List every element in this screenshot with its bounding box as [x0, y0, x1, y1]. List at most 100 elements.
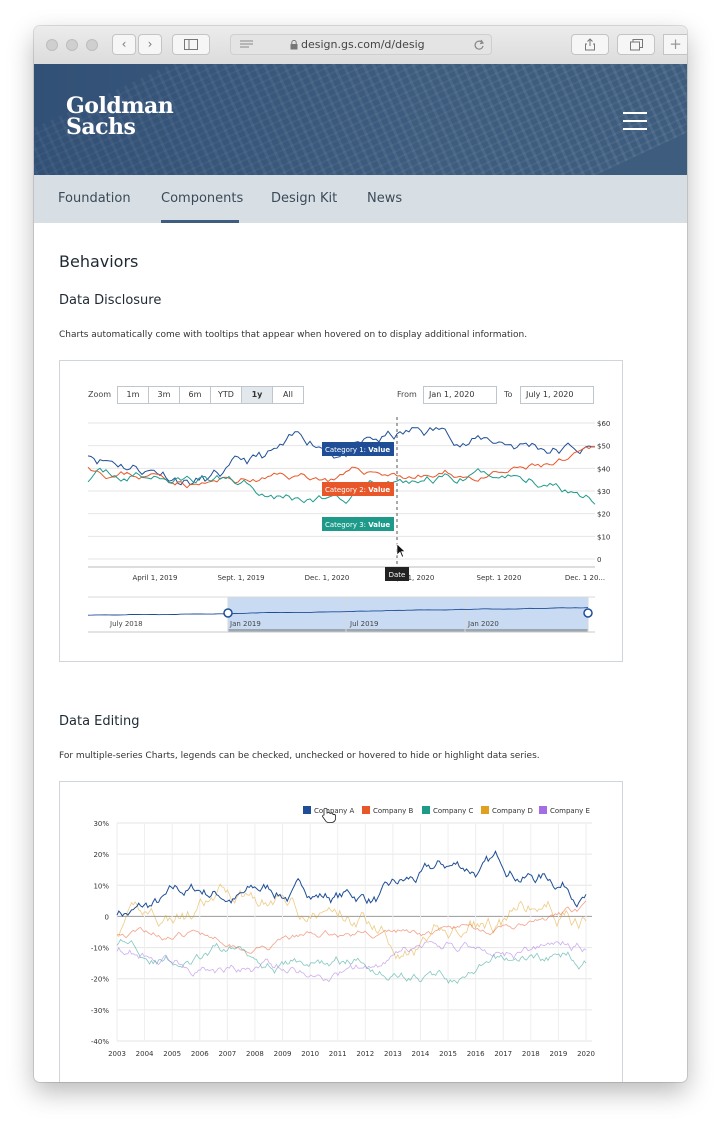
new-tab-icon: +: [669, 35, 682, 53]
tooltip-category-3: Category 3: Value: [322, 517, 394, 531]
legend-swatch: [422, 806, 430, 814]
hero-banner: Goldman Sachs: [34, 64, 687, 175]
x-tick-label: 2010: [301, 1050, 319, 1058]
y-tick-label: -10%: [91, 945, 109, 953]
stock-chart-card: Zoom 1m 3m 6m YTD 1y All From Jan 1, 202…: [59, 360, 623, 662]
legend-item-company-d[interactable]: Company D: [481, 806, 533, 815]
legend-label: Company A: [314, 807, 355, 815]
navigator-tick-label: Jan 2020: [467, 620, 499, 628]
new-tab-button[interactable]: +: [663, 34, 687, 55]
multi-series-line-chart[interactable]: Company A Company B Company C Company D Comp…: [60, 782, 622, 1082]
legend-label: Company D: [492, 807, 533, 815]
minimize-window-button[interactable]: [66, 39, 78, 51]
x-tick-label: 2012: [356, 1050, 374, 1058]
share-icon: [585, 38, 595, 51]
x-tick-label: Sept. 1, 2019: [217, 574, 264, 582]
legend-item-company-b[interactable]: Company B: [362, 806, 414, 815]
x-tick-label: 2011: [329, 1050, 347, 1058]
legend-swatch: [539, 806, 547, 814]
x-tick-label: Sept. 1 2020: [477, 574, 522, 582]
nav-item-design-kit[interactable]: Design Kit: [271, 191, 337, 206]
series-line-company-b[interactable]: [117, 900, 587, 954]
menu-hamburger-icon[interactable]: [623, 112, 647, 136]
y-tick-label: 20%: [93, 851, 109, 859]
legend-label: Company B: [373, 807, 414, 815]
x-tick-label: 2003: [108, 1050, 126, 1058]
tabs-overview-button[interactable]: [617, 34, 655, 55]
navigator-tick-label: Jan 2019: [229, 620, 261, 628]
url-text: design.gs.com/d/desig: [301, 38, 425, 51]
forward-icon: ›: [147, 37, 153, 51]
legend-label: Company E: [550, 807, 590, 815]
legend-swatch: [481, 806, 489, 814]
reload-icon[interactable]: [473, 39, 485, 51]
nav-item-components[interactable]: Components: [161, 191, 243, 206]
tabs-icon: [629, 39, 643, 51]
x-tick-label: Dec. 1, 2020: [305, 574, 350, 582]
y-tick-label: 10%: [93, 882, 109, 890]
x-tick-label: 2015: [439, 1050, 457, 1058]
lock-icon: [290, 40, 298, 50]
legend-swatch: [362, 806, 370, 814]
x-tick-label: April 1, 2019: [133, 574, 178, 582]
svg-text:Category 2: Value: Category 2: Value: [325, 486, 390, 494]
y-tick-label: $20: [597, 511, 610, 519]
nav-item-news[interactable]: News: [367, 191, 402, 206]
stock-line-chart[interactable]: $60 $50 $40 $30 $20 $10 0 April 1, 2019 Sept. 1…: [60, 361, 622, 661]
multi-series-chart-card: Company A Company B Company C Company D Comp…: [59, 781, 623, 1082]
series-line-company-c[interactable]: [116, 938, 587, 985]
y-tick-label: 30%: [93, 820, 109, 828]
x-tick-label: 2009: [274, 1050, 292, 1058]
legend-item-company-e[interactable]: Company E: [539, 806, 590, 815]
section-description-data-editing: For multiple-series Charts, legends can …: [59, 751, 540, 761]
navigator-right-handle[interactable]: [583, 608, 593, 618]
x-tick-label: 2007: [218, 1050, 236, 1058]
navigator-left-handle[interactable]: [223, 608, 233, 618]
x-tick-label: 2005: [163, 1050, 181, 1058]
forward-button[interactable]: ›: [138, 34, 162, 55]
reader-icon: [240, 40, 253, 48]
nav-item-foundation[interactable]: Foundation: [58, 191, 131, 206]
goldman-sachs-logo[interactable]: Goldman Sachs: [66, 95, 174, 138]
section-description-data-disclosure: Charts automatically come with tooltips …: [59, 330, 528, 340]
zoom-window-button[interactable]: [86, 39, 98, 51]
back-button[interactable]: ‹: [112, 34, 136, 55]
sidebar-icon: [184, 39, 198, 50]
legend-item-company-c[interactable]: Company C: [422, 806, 474, 815]
tooltip-date: Date: [385, 567, 409, 581]
main-nav: Foundation Components Design Kit News: [34, 175, 687, 223]
share-button[interactable]: [571, 34, 609, 55]
legend-label: Company C: [433, 807, 474, 815]
svg-text:Date: Date: [389, 571, 406, 579]
y-tick-label: $10: [597, 533, 610, 541]
x-tick-label: 2013: [384, 1050, 402, 1058]
browser-toolbar: ‹ › design.gs.com/d/desig +: [34, 26, 687, 65]
navigator-tick-label: Jul 2019: [349, 620, 379, 628]
y-tick-label: $60: [597, 420, 610, 428]
x-tick-label: 2004: [136, 1050, 154, 1058]
x-tick-label: 2018: [522, 1050, 540, 1058]
x-tick-label: 2008: [246, 1050, 264, 1058]
x-tick-label: 2020: [577, 1050, 595, 1058]
y-tick-label: 0: [597, 556, 601, 564]
y-tick-label: $40: [597, 465, 610, 473]
y-tick-label: 0: [105, 913, 109, 921]
browser-window: ‹ › design.gs.com/d/desig + Goldman Sach…: [34, 26, 687, 1082]
address-bar[interactable]: design.gs.com/d/desig: [230, 34, 492, 55]
legend-swatch: [303, 806, 311, 814]
x-tick-label: 2017: [494, 1050, 512, 1058]
close-window-button[interactable]: [46, 39, 58, 51]
active-nav-indicator: [161, 220, 239, 223]
x-tick-label: Dec. 1 20...: [565, 574, 605, 582]
y-tick-label: -40%: [91, 1038, 109, 1046]
page-title: Behaviors: [59, 252, 139, 271]
svg-text:Category 1: Value: Category 1: Value: [325, 446, 390, 454]
x-tick-label: 2019: [549, 1050, 567, 1058]
section-heading-data-editing: Data Editing: [59, 714, 140, 729]
sidebar-button[interactable]: [172, 34, 210, 55]
tooltip-category-2: Category 2: Value: [322, 482, 394, 496]
series-line-company-a[interactable]: [116, 850, 587, 917]
tooltip-category-1: Category 1: Value: [322, 442, 394, 456]
navigator-selected-range[interactable]: [228, 597, 588, 632]
x-tick-label: 2006: [191, 1050, 209, 1058]
